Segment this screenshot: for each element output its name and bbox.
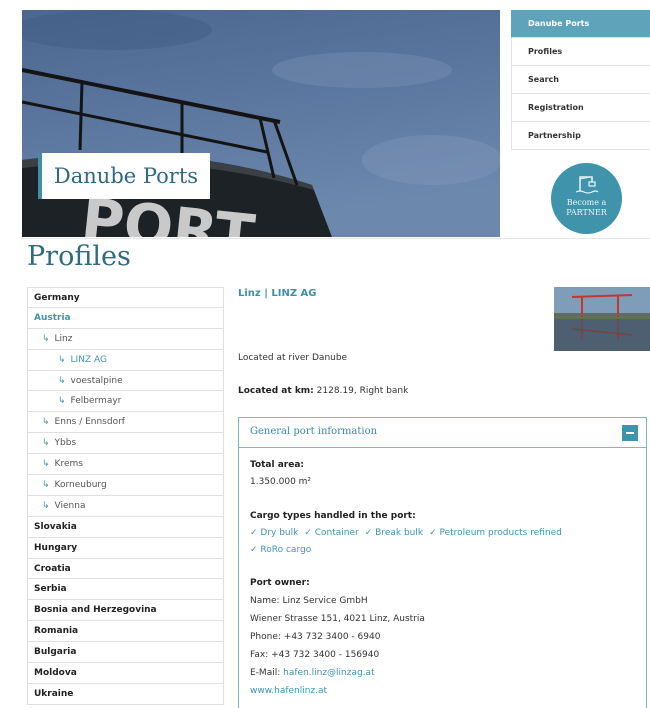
cargo-type: ✓ Container — [304, 528, 359, 538]
sub-arrow-icon: ↳ — [58, 375, 66, 386]
nav-item-search[interactable]: Search — [511, 66, 650, 94]
sidebar-item-enns-ennsdorf[interactable]: ↳ Enns / Ennsdorf — [27, 412, 224, 434]
sidebar-item-ukraine[interactable]: Ukraine — [27, 683, 224, 705]
sidebar-item-label: Enns / Ennsdorf — [54, 417, 125, 428]
sidebar-item-label: Moldova — [34, 668, 77, 679]
sidebar-item-linz[interactable]: ↳ Linz — [27, 328, 224, 350]
cargo-types-list: ✓ Dry bulk ✓ Container ✓ Break bulk ✓ Petro… — [250, 528, 568, 538]
email-label: E-Mail: — [250, 668, 281, 678]
sub-arrow-icon: ↳ — [42, 438, 50, 449]
sidebar-item-label: Germany — [34, 293, 80, 303]
sidebar-item-linz-ag[interactable]: ↳ LINZ AG — [27, 349, 224, 371]
owner-name: Name: Linz Service GmbH — [250, 596, 368, 606]
sidebar-item-korneuburg[interactable]: ↳ Korneuburg — [27, 475, 224, 496]
sidebar-item-label: Felbermayr — [70, 396, 122, 407]
general-info-panel: General port information Total area: 1.3… — [238, 417, 647, 708]
owner-address: Wiener Strasse 151, 4021 Linz, Austria — [250, 614, 425, 624]
owner-phone: Phone: +43 732 3400 - 6940 — [250, 632, 381, 642]
sidebar-item-label: Linz — [54, 333, 73, 344]
sidebar-item-slovakia[interactable]: Slovakia — [27, 516, 224, 538]
port-photo-image — [554, 287, 650, 351]
cargo-type: ✓ Dry bulk — [250, 528, 299, 538]
sidebar-item-label: Ukraine — [34, 688, 74, 699]
cargo-type: ✓ Break bulk — [364, 528, 424, 538]
side-navigation: Danube Ports Profiles Search Registratio… — [511, 10, 650, 150]
sidebar-item-hungary[interactable]: Hungary — [27, 537, 224, 559]
sidebar-item-label: Hungary — [34, 542, 78, 553]
collapse-icon[interactable] — [622, 425, 638, 441]
sidebar-item-label: voestalpine — [70, 375, 123, 386]
nav-item-registration[interactable]: Registration — [511, 94, 650, 122]
panel-header[interactable]: General port information — [239, 418, 646, 448]
km-label: Located at km: — [238, 386, 314, 396]
sidebar-item-krems[interactable]: ↳ Krems — [27, 454, 224, 476]
nav-item-partnership[interactable]: Partnership — [511, 122, 650, 150]
sub-arrow-icon: ↳ — [42, 500, 50, 511]
total-area-label: Total area: — [250, 460, 305, 470]
sub-arrow-icon: ↳ — [58, 396, 66, 407]
country-port-tree: Germany Austria ↳ Linz ↳ LINZ AG ↳ voestalp… — [27, 287, 224, 705]
sidebar-item-bulgaria[interactable]: Bulgaria — [27, 642, 224, 664]
sidebar-item-label: LINZ AG — [70, 354, 107, 365]
partner-line-1: Become a — [566, 198, 607, 207]
port-photo[interactable] — [554, 287, 650, 351]
sidebar-item-vienna[interactable]: ↳ Vienna — [27, 495, 224, 517]
cargo-type: ✓ RoRo cargo — [250, 545, 312, 555]
sidebar-item-label: Ybbs — [54, 438, 77, 449]
located-river: Located at river Danube — [238, 353, 348, 363]
port-owner-label: Port owner: — [250, 578, 310, 588]
cargo-type: ✓ Petroleum products refined — [429, 528, 562, 538]
sidebar-item-label: Slovakia — [34, 521, 77, 532]
hero-title: Danube Ports — [38, 153, 210, 199]
owner-email-row: E-Mail: hafen.linz@linzag.at — [250, 668, 375, 678]
cargo-types-label: Cargo types handled in the port: — [250, 511, 416, 521]
sidebar-item-label: Serbia — [34, 584, 67, 595]
hero-banner: PORT Danube Ports — [22, 10, 500, 237]
sidebar-item-felbermayr[interactable]: ↳ Felbermayr — [27, 391, 224, 413]
sidebar-item-label: Austria — [34, 312, 71, 323]
sidebar-item-label: Bulgaria — [34, 647, 77, 658]
sidebar-item-moldova[interactable]: Moldova — [27, 663, 224, 684]
total-area-value: 1.350.000 m² — [250, 477, 312, 487]
sidebar-item-label: Vienna — [54, 500, 86, 511]
sub-arrow-icon: ↳ — [42, 333, 50, 344]
nav-item-profiles[interactable]: Profiles — [511, 38, 650, 66]
sub-arrow-icon: ↳ — [42, 417, 50, 428]
nav-item-danube-ports[interactable]: Danube Ports — [511, 10, 650, 38]
km-value: 2128.19, Right bank — [316, 386, 409, 396]
partner-line-2: PARTNER — [566, 208, 607, 217]
sidebar-item-label: Romania — [34, 626, 79, 637]
crane-icon — [575, 176, 598, 194]
panel-title: General port information — [250, 426, 378, 437]
email-link[interactable]: hafen.linz@linzag.at — [283, 668, 374, 678]
sidebar-item-label: Croatia — [34, 563, 71, 574]
sidebar-item-label: Krems — [54, 459, 83, 470]
sub-arrow-icon: ↳ — [58, 354, 66, 365]
page-title: Profiles — [27, 241, 131, 272]
website-link[interactable]: www.hafenlinz.at — [250, 686, 327, 696]
hero-image: PORT — [22, 10, 500, 237]
sidebar-item-croatia[interactable]: Croatia — [27, 558, 224, 580]
sidebar-item-voestalpine[interactable]: ↳ voestalpine — [27, 370, 224, 392]
header-divider — [22, 238, 650, 239]
sub-arrow-icon: ↳ — [42, 459, 50, 470]
sidebar-item-label: Korneuburg — [54, 480, 107, 491]
cargo-types-list-2: ✓ RoRo cargo — [250, 545, 317, 555]
become-partner-badge[interactable]: Become a PARTNER — [551, 163, 622, 234]
sidebar-item-serbia[interactable]: Serbia — [27, 579, 224, 601]
located-km: Located at km: 2128.19, Right bank — [238, 386, 408, 396]
sidebar-item-germany[interactable]: Germany — [27, 287, 224, 308]
sidebar-item-label: Bosnia and Herzegovina — [34, 605, 157, 616]
sidebar-item-ybbs[interactable]: ↳ Ybbs — [27, 433, 224, 455]
port-name: Linz | LINZ AG — [238, 288, 317, 299]
sidebar-item-romania[interactable]: Romania — [27, 621, 224, 643]
sub-arrow-icon: ↳ — [42, 480, 50, 491]
sidebar-item-austria[interactable]: Austria — [27, 307, 224, 329]
owner-fax: Fax: +43 732 3400 - 156940 — [250, 650, 380, 660]
sidebar-item-bosnia-herzegovina[interactable]: Bosnia and Herzegovina — [27, 600, 224, 622]
